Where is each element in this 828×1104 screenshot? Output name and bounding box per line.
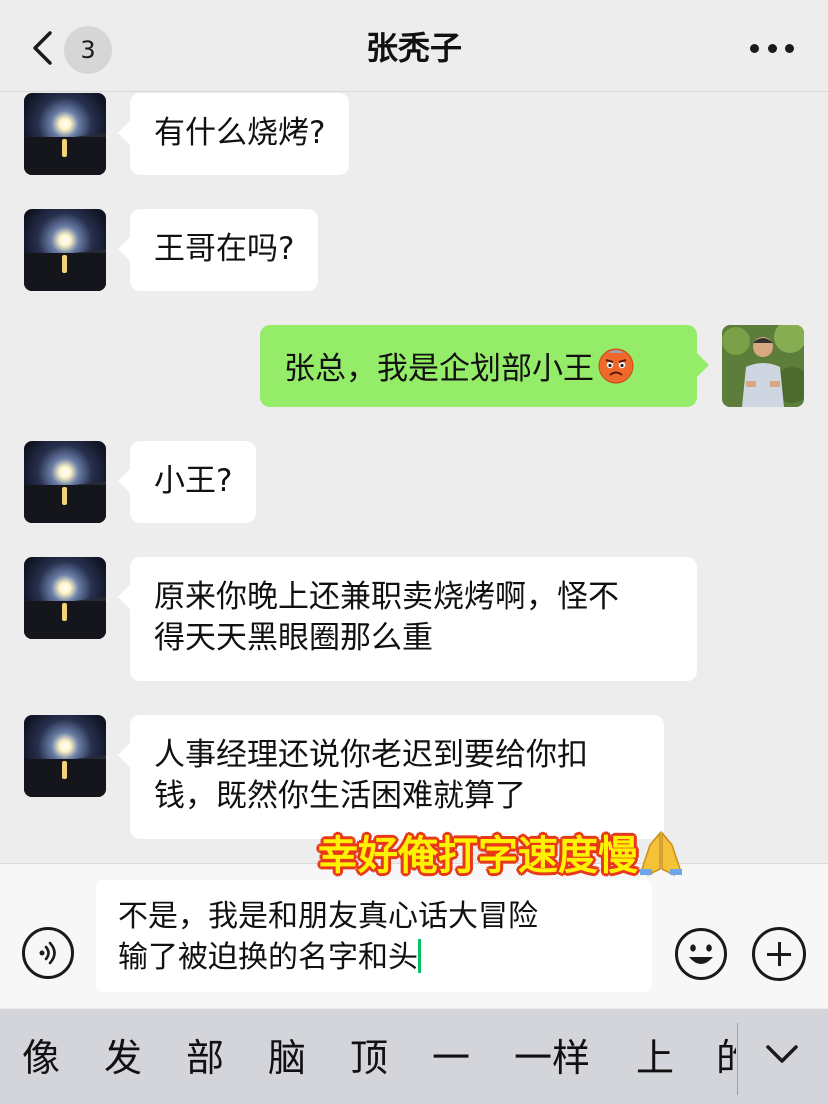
message-list[interactable]: 有什么烧烤? 王哥在吗? 张总，我是企划部小王 小王? 原来你晚上还兼职卖烧烤啊… — [0, 93, 828, 863]
text-caret — [418, 939, 421, 973]
chat-title: 张秃子 — [365, 29, 462, 67]
contact-avatar[interactable] — [24, 557, 106, 639]
message-bubble[interactable]: 有什么烧烤? — [117, 93, 350, 175]
overlay-caption: 幸好俺打字速度慢 — [318, 826, 684, 886]
message-input[interactable]: 不是，我是和朋友真心话大冒险 输了被迫换的名字和头 — [96, 880, 652, 992]
candidate-word[interactable]: 发 — [104, 1035, 142, 1081]
input-line: 不是，我是和朋友真心话大冒险 — [118, 899, 538, 934]
message-text: 张总，我是企划部小王 — [284, 351, 594, 387]
contact-avatar[interactable] — [24, 209, 106, 291]
candidate-word[interactable]: 一 — [432, 1035, 470, 1081]
caption-text: 幸好俺打字速度慢 — [318, 833, 638, 879]
ime-candidate-bar: 像 发 部 脑 顶 一 一样 上 的 — [0, 1009, 828, 1104]
candidate-word[interactable]: 顶 — [350, 1035, 388, 1081]
message-bubble[interactable]: 人事经理还说你老迟到要给你扣 钱，既然你生活困难就算了 — [118, 715, 664, 839]
message-line: 人事经理还说你老迟到要给你扣 — [154, 737, 588, 773]
my-avatar[interactable] — [722, 325, 804, 407]
contact-avatar[interactable] — [24, 93, 106, 175]
input-line: 输了被迫换的名字和头 — [118, 940, 418, 975]
contact-avatar[interactable] — [24, 715, 106, 797]
emoji-smiley-icon[interactable] — [674, 927, 728, 981]
folded-hands-icon — [640, 830, 682, 876]
contact-avatar[interactable] — [24, 441, 106, 523]
chevron-down-icon[interactable] — [762, 1039, 802, 1069]
candidate-word[interactable]: 像 — [22, 1035, 60, 1081]
candidate-divider — [737, 1023, 738, 1095]
message-line: 钱，既然你生活困难就算了 — [154, 778, 526, 814]
candidate-word[interactable]: 上 — [636, 1035, 674, 1081]
message-bubble[interactable]: 王哥在吗? — [117, 209, 319, 291]
more-functions-plus-icon[interactable] — [752, 927, 806, 981]
voice-input-icon[interactable] — [22, 927, 74, 979]
candidate-word-partial[interactable]: 的 — [716, 1035, 736, 1085]
candidate-word[interactable]: 一样 — [514, 1035, 590, 1081]
input-line-with-caret: 输了被迫换的名字和头 — [118, 937, 630, 978]
message-bubble[interactable]: 原来你晚上还兼职卖烧烤啊，怪不 得天天黑眼圈那么重 — [118, 557, 697, 681]
candidate-word[interactable]: 部 — [186, 1035, 224, 1081]
more-options-icon[interactable] — [750, 30, 794, 66]
message-bubble[interactable]: 小王? — [117, 441, 257, 523]
my-message-bubble[interactable]: 张总，我是企划部小王 — [260, 325, 709, 407]
chat-header: 3 张秃子 — [0, 0, 828, 92]
angry-face-emoji-icon — [598, 348, 634, 384]
candidate-word[interactable]: 脑 — [268, 1035, 306, 1081]
message-line: 得天天黑眼圈那么重 — [154, 620, 433, 656]
message-line: 原来你晚上还兼职卖烧烤啊，怪不 — [154, 579, 619, 615]
